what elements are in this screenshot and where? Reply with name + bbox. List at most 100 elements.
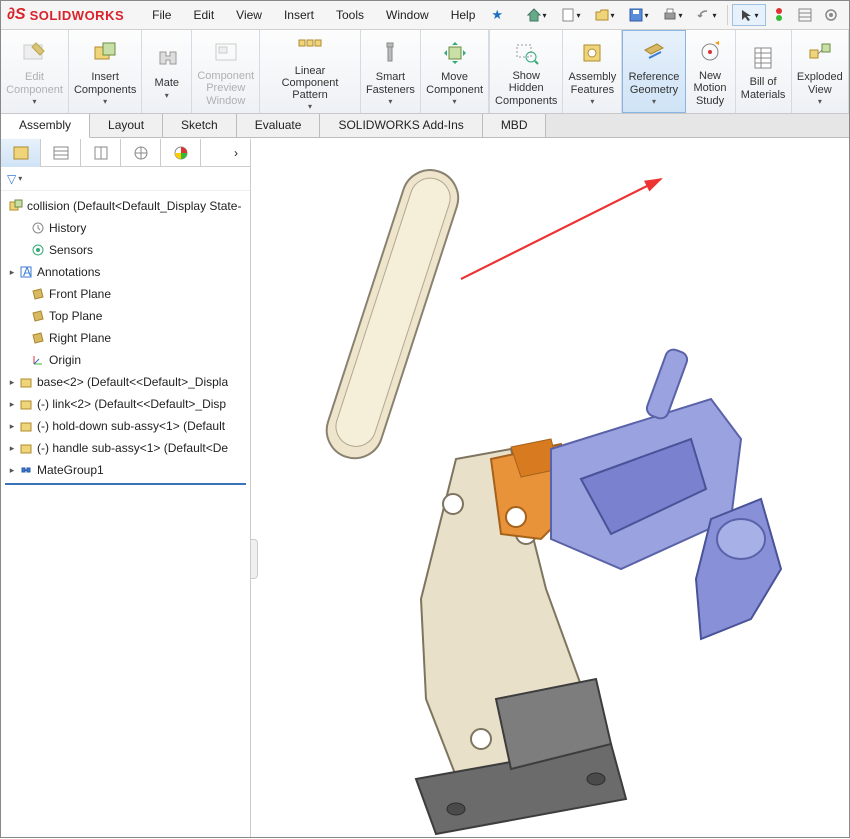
- ribbon-component-preview[interactable]: ComponentPreviewWindow: [192, 30, 260, 113]
- traffic-light-icon[interactable]: [766, 4, 792, 26]
- part-icon: [17, 397, 35, 411]
- ribbon-label: MoveComponent: [426, 71, 483, 95]
- new-button[interactable]: ▾: [553, 4, 587, 26]
- panel-tab-property[interactable]: [41, 139, 81, 167]
- panel-tab-appearance[interactable]: [161, 139, 201, 167]
- expand-icon[interactable]: ▸: [7, 267, 17, 278]
- ribbon-reference-geometry[interactable]: ReferenceGeometry ▾: [622, 30, 685, 113]
- tree-item-annotations[interactable]: ▸A Annotations: [1, 261, 250, 283]
- app-logo: ∂S SOLIDWORKS: [7, 6, 124, 24]
- panel-tab-more[interactable]: ›: [222, 139, 250, 167]
- settings-button[interactable]: [818, 4, 844, 26]
- save-button[interactable]: ▾: [621, 4, 655, 26]
- plane-icon: [29, 309, 47, 323]
- pin-icon[interactable]: ★: [491, 7, 503, 23]
- tree-item-handle[interactable]: ▸ (-) handle sub-assy<1> (Default<De: [1, 437, 250, 459]
- tree-item-top-plane[interactable]: Top Plane: [1, 305, 250, 327]
- tab-evaluate[interactable]: Evaluate: [237, 114, 321, 137]
- ribbon-label: Linear ComponentPattern: [266, 65, 354, 101]
- panel-tab-feature-tree[interactable]: [1, 139, 41, 167]
- part-icon: [17, 375, 35, 389]
- ribbon-exploded-view[interactable]: ExplodedView ▾: [792, 30, 849, 113]
- tab-addins[interactable]: SOLIDWORKS Add-Ins: [320, 114, 482, 137]
- menu-bar: File Edit View Insert Tools Window Help: [142, 4, 485, 26]
- ribbon-label: ShowHiddenComponents: [495, 70, 557, 106]
- tree-label: Front Plane: [49, 287, 111, 301]
- tab-mbd[interactable]: MBD: [483, 114, 547, 137]
- home-button[interactable]: ▾: [519, 4, 553, 26]
- part-icon: [17, 419, 35, 433]
- tree-label: Right Plane: [49, 331, 111, 345]
- part-icon: [17, 441, 35, 455]
- ribbon-linear-pattern[interactable]: Linear ComponentPattern ▾: [260, 30, 361, 113]
- menu-tools[interactable]: Tools: [326, 4, 374, 26]
- tab-sketch[interactable]: Sketch: [163, 114, 237, 137]
- plane-icon: [29, 287, 47, 301]
- tree-item-base[interactable]: ▸ base<2> (Default<<Default>_Displa: [1, 371, 250, 393]
- annotations-icon: A: [17, 265, 35, 279]
- command-tab-bar: Assembly Layout Sketch Evaluate SOLIDWOR…: [1, 114, 849, 138]
- tree-item-right-plane[interactable]: Right Plane: [1, 327, 250, 349]
- filter-icon[interactable]: ▽: [7, 172, 16, 186]
- ribbon-label: EditComponent: [6, 71, 63, 95]
- panel-splitter[interactable]: [251, 539, 258, 579]
- tab-layout[interactable]: Layout: [90, 114, 163, 137]
- ribbon-mate[interactable]: Mate ▾: [142, 30, 192, 113]
- ribbon-label: ComponentPreviewWindow: [197, 70, 254, 106]
- tree-item-link[interactable]: ▸ (-) link<2> (Default<<Default>_Disp: [1, 393, 250, 415]
- panel-tab-dim[interactable]: [121, 139, 161, 167]
- menu-insert[interactable]: Insert: [274, 4, 324, 26]
- expand-icon[interactable]: ▸: [7, 465, 17, 476]
- tree-item-holddown[interactable]: ▸ (-) hold-down sub-assy<1> (Default: [1, 415, 250, 437]
- ribbon-new-motion[interactable]: NewMotionStudy: [686, 30, 736, 113]
- tree-item-origin[interactable]: Origin: [1, 349, 250, 371]
- mates-icon: [17, 463, 35, 477]
- tab-assembly[interactable]: Assembly: [1, 114, 90, 138]
- tree-item-mategroup[interactable]: ▸ MateGroup1: [1, 459, 250, 481]
- ribbon-label: Bill ofMaterials: [741, 76, 786, 100]
- panel-filter-bar: ▽ ▾: [1, 167, 250, 191]
- ribbon-edit-component[interactable]: EditComponent ▾: [1, 30, 69, 113]
- ribbon: EditComponent ▾ InsertComponents ▾ Mate …: [1, 30, 849, 114]
- ribbon-label: ExplodedView: [797, 71, 843, 95]
- tree-label: Origin: [49, 353, 81, 367]
- menu-file[interactable]: File: [142, 4, 181, 26]
- expand-icon[interactable]: ▸: [7, 443, 17, 454]
- menu-window[interactable]: Window: [376, 4, 439, 26]
- select-button[interactable]: ▾: [732, 4, 766, 26]
- expand-icon[interactable]: ▸: [7, 377, 17, 388]
- expand-icon[interactable]: ▸: [7, 399, 17, 410]
- tree-label: Sensors: [49, 243, 93, 257]
- ribbon-label: AssemblyFeatures: [569, 71, 617, 95]
- ribbon-insert-components[interactable]: InsertComponents ▾: [69, 30, 142, 113]
- tree-label: History: [49, 221, 86, 235]
- feature-manager-panel: › ▽ ▾ collision (Default<Default_Display…: [1, 139, 251, 837]
- menu-help[interactable]: Help: [441, 4, 486, 26]
- graphics-viewport[interactable]: Plane Axis Coordinate System Point Cente…: [251, 139, 849, 837]
- ribbon-bom[interactable]: Bill ofMaterials: [736, 30, 792, 113]
- panel-tabs: ›: [1, 139, 250, 167]
- open-button[interactable]: ▾: [587, 4, 621, 26]
- options-button[interactable]: [792, 4, 818, 26]
- tree-item-front-plane[interactable]: Front Plane: [1, 283, 250, 305]
- print-button[interactable]: ▾: [655, 4, 689, 26]
- ribbon-move-component[interactable]: MoveComponent ▾: [421, 30, 489, 113]
- tree-item-sensors[interactable]: Sensors: [1, 239, 250, 261]
- tree-label: Top Plane: [49, 309, 102, 323]
- ribbon-assembly-features[interactable]: AssemblyFeatures ▾: [563, 30, 622, 113]
- expand-icon[interactable]: ▸: [7, 421, 17, 432]
- feature-tree: collision (Default<Default_Display State…: [1, 191, 250, 485]
- panel-tab-config[interactable]: [81, 139, 121, 167]
- plane-icon: [29, 331, 47, 345]
- menu-edit[interactable]: Edit: [183, 4, 224, 26]
- origin-icon: [29, 353, 47, 367]
- tree-item-history[interactable]: History: [1, 217, 250, 239]
- ribbon-label: SmartFasteners: [366, 71, 415, 95]
- tree-root[interactable]: collision (Default<Default_Display State…: [1, 195, 250, 217]
- tree-end-bar: [5, 483, 246, 485]
- history-icon: [29, 221, 47, 235]
- undo-button[interactable]: ▾: [689, 4, 723, 26]
- ribbon-smart-fasteners[interactable]: SmartFasteners ▾: [361, 30, 421, 113]
- menu-view[interactable]: View: [226, 4, 272, 26]
- ribbon-show-hidden[interactable]: ShowHiddenComponents: [489, 30, 563, 113]
